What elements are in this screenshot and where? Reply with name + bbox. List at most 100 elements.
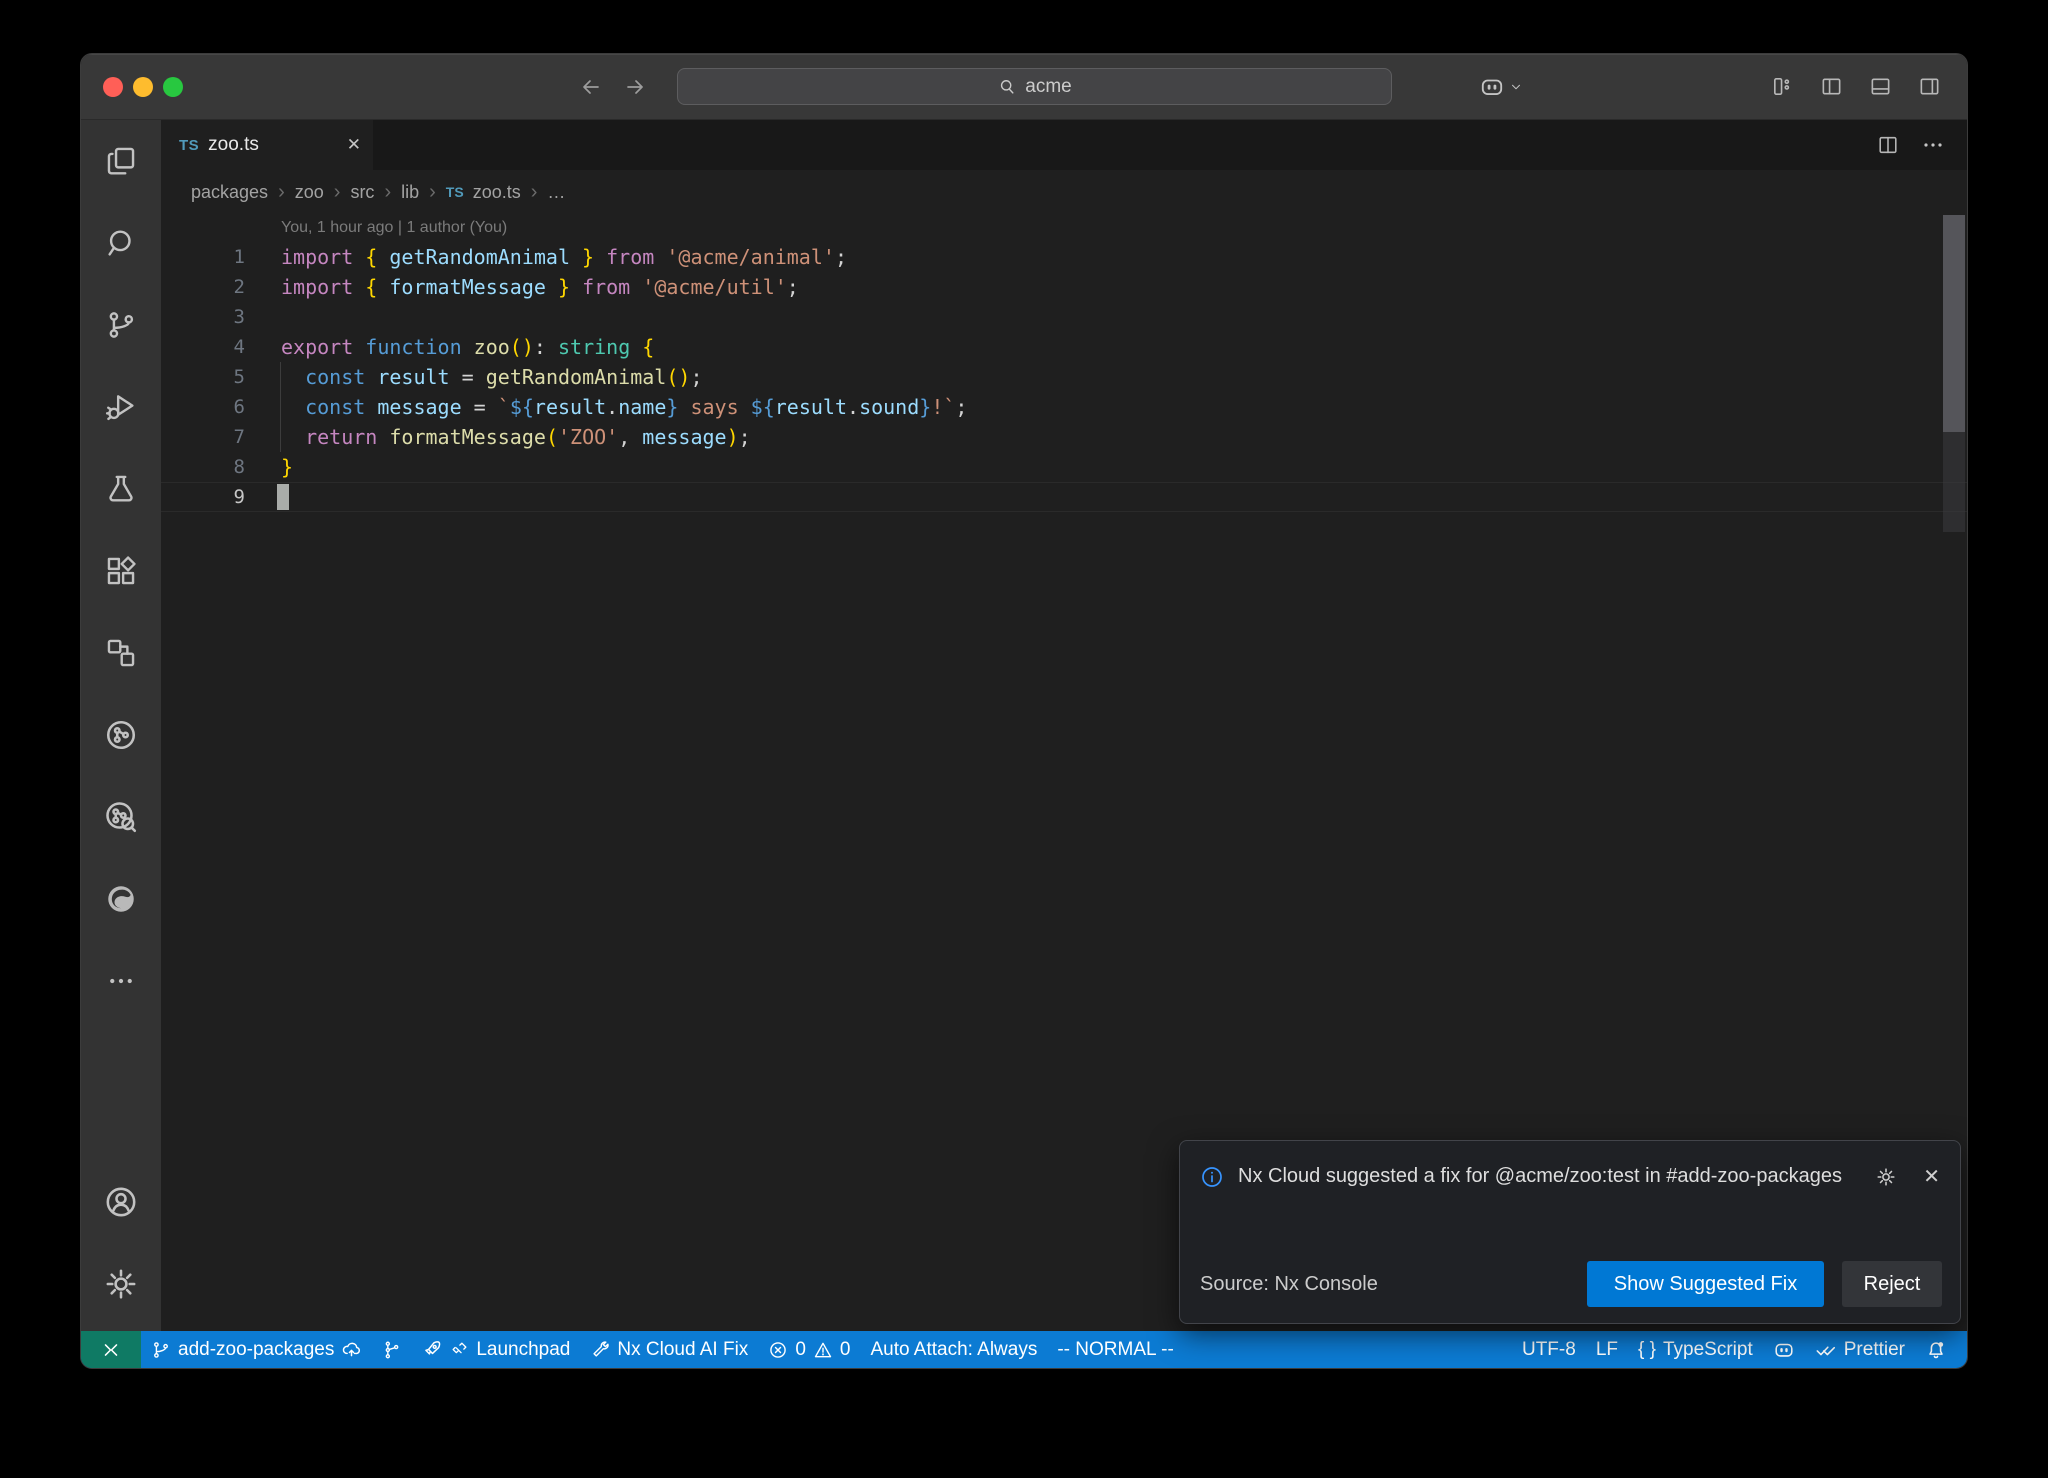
settings-gear-icon[interactable] <box>81 1243 161 1325</box>
testing-icon[interactable] <box>81 448 161 530</box>
line-number: 6 <box>161 392 245 422</box>
show-suggested-fix-button[interactable]: Show Suggested Fix <box>1587 1261 1824 1307</box>
search-sidebar-icon[interactable] <box>81 202 161 284</box>
nx-cloud-icon[interactable] <box>81 776 161 858</box>
git-graph-status[interactable] <box>372 1331 412 1368</box>
encoding-status[interactable]: UTF-8 <box>1512 1331 1586 1368</box>
git-graph-icon <box>382 1340 402 1360</box>
editor-more-actions-icon[interactable] <box>1921 133 1945 157</box>
remote-explorer-icon[interactable] <box>81 612 161 694</box>
breadcrumb: packages › zoo › src › lib › TS zoo.ts ›… <box>161 170 1967 214</box>
code-line[interactable]: 6 const message = `${result.name} says $… <box>161 392 1967 422</box>
tab-bar: TS zoo.ts ✕ <box>161 120 1967 170</box>
code-line[interactable]: 5 const result = getRandomAnimal(); <box>161 362 1967 392</box>
warnings-icon <box>813 1340 833 1360</box>
eol-status[interactable]: LF <box>1586 1331 1628 1368</box>
notification-message: Nx Cloud suggested a fix for @acme/zoo:t… <box>1238 1157 1848 1195</box>
code-text: export function zoo(): string { <box>245 332 654 362</box>
vim-mode-label: -- NORMAL -- <box>1057 1339 1173 1361</box>
run-debug-icon[interactable] <box>81 366 161 448</box>
copilot-icon <box>1773 1339 1795 1361</box>
toggle-primary-sidebar-icon[interactable] <box>1820 75 1843 98</box>
typescript-file-icon: TS <box>179 137 199 154</box>
language-status[interactable]: { } TypeScript <box>1628 1331 1763 1368</box>
code-line[interactable]: 8} <box>161 452 1967 482</box>
braces-icon: { } <box>1638 1339 1656 1361</box>
nx-console-icon[interactable] <box>81 694 161 776</box>
launchpad-label: Launchpad <box>476 1339 570 1361</box>
prettier-label: Prettier <box>1844 1339 1905 1361</box>
chevron-right-icon: › <box>428 182 437 202</box>
command-center-search[interactable]: acme <box>677 68 1392 105</box>
prettier-status[interactable]: Prettier <box>1805 1331 1915 1368</box>
chevron-down-icon[interactable] <box>1509 80 1523 94</box>
breadcrumb-file[interactable]: zoo.ts <box>473 182 521 203</box>
customize-layout-icon[interactable] <box>1771 75 1794 98</box>
minimize-window-button[interactable] <box>133 77 153 97</box>
notification-source: Source: Nx Console <box>1200 1273 1378 1296</box>
code-line[interactable]: 3 <box>161 302 1967 332</box>
typescript-file-icon: TS <box>446 184 464 200</box>
code-text <box>245 302 281 332</box>
nav-back-icon[interactable] <box>579 75 603 99</box>
split-editor-icon[interactable] <box>1877 134 1899 156</box>
zoom-window-button[interactable] <box>163 77 183 97</box>
line-number: 1 <box>161 242 245 272</box>
auto-attach-status[interactable]: Auto Attach: Always <box>860 1331 1047 1368</box>
code-line[interactable]: 7 return formatMessage('ZOO', message); <box>161 422 1967 452</box>
breadcrumb-item[interactable]: src <box>350 182 374 203</box>
explorer-icon[interactable] <box>81 120 161 202</box>
activity-bar <box>81 120 161 1331</box>
nx-cloud-fix-status[interactable]: Nx Cloud AI Fix <box>580 1331 758 1368</box>
breadcrumb-item[interactable]: lib <box>401 182 419 203</box>
code-line[interactable]: 4export function zoo(): string { <box>161 332 1967 362</box>
breadcrumb-item[interactable]: packages <box>191 182 268 203</box>
tab-close-icon[interactable]: ✕ <box>347 135 361 155</box>
tab-zoo-ts[interactable]: TS zoo.ts ✕ <box>161 120 373 170</box>
breadcrumb-more[interactable]: … <box>547 182 565 203</box>
code-line[interactable]: 1import { getRandomAnimal } from '@acme/… <box>161 242 1967 272</box>
indent-guide <box>280 362 281 452</box>
copilot-icon[interactable] <box>1479 74 1505 100</box>
double-check-icon <box>1815 1339 1837 1361</box>
line-number: 2 <box>161 272 245 302</box>
window-controls <box>103 77 183 97</box>
code-line[interactable]: 2import { formatMessage } from '@acme/ut… <box>161 272 1967 302</box>
chevron-right-icon: › <box>277 182 286 202</box>
launchpad-status[interactable]: Launchpad <box>412 1331 580 1368</box>
line-number: 3 <box>161 302 245 332</box>
extensions-icon[interactable] <box>81 530 161 612</box>
git-branch-status[interactable]: add-zoo-packages <box>141 1331 372 1368</box>
nav-forward-icon[interactable] <box>623 75 647 99</box>
vim-mode-status[interactable]: -- NORMAL -- <box>1047 1331 1183 1368</box>
toggle-panel-icon[interactable] <box>1869 75 1892 98</box>
search-icon <box>997 77 1017 97</box>
plug-icon <box>450 1340 469 1359</box>
editor-scrollbar[interactable] <box>1943 215 1965 432</box>
edge-browser-icon[interactable] <box>81 858 161 940</box>
auto-attach-label: Auto Attach: Always <box>870 1339 1037 1361</box>
more-views-icon[interactable] <box>81 940 161 1022</box>
remote-icon <box>100 1339 122 1361</box>
copilot-status[interactable] <box>1763 1331 1805 1368</box>
notifications-status[interactable] <box>1915 1331 1957 1368</box>
branch-name: add-zoo-packages <box>178 1339 334 1361</box>
source-control-icon[interactable] <box>81 284 161 366</box>
toggle-secondary-sidebar-icon[interactable] <box>1918 75 1941 98</box>
notification-toast: Nx Cloud suggested a fix for @acme/zoo:t… <box>1179 1140 1961 1324</box>
problems-status[interactable]: 0 0 <box>758 1331 860 1368</box>
close-window-button[interactable] <box>103 77 123 97</box>
account-icon[interactable] <box>81 1161 161 1243</box>
notification-close-icon[interactable]: ✕ <box>1923 1164 1940 1189</box>
search-value: acme <box>1025 76 1071 98</box>
breadcrumb-item[interactable]: zoo <box>295 182 324 203</box>
code-line[interactable]: 9 <box>161 482 1967 512</box>
remote-indicator[interactable] <box>81 1331 141 1368</box>
line-number: 8 <box>161 452 245 482</box>
notification-settings-gear-icon[interactable] <box>1875 1166 1897 1188</box>
nx-cloud-fix-label: Nx Cloud AI Fix <box>617 1339 748 1361</box>
code-text: const result = getRandomAnimal(); <box>245 362 703 392</box>
reject-button[interactable]: Reject <box>1842 1261 1942 1307</box>
code-text: import { getRandomAnimal } from '@acme/a… <box>245 242 847 272</box>
gitlens-blame-annotation: You, 1 hour ago | 1 author (You) <box>161 214 1967 242</box>
